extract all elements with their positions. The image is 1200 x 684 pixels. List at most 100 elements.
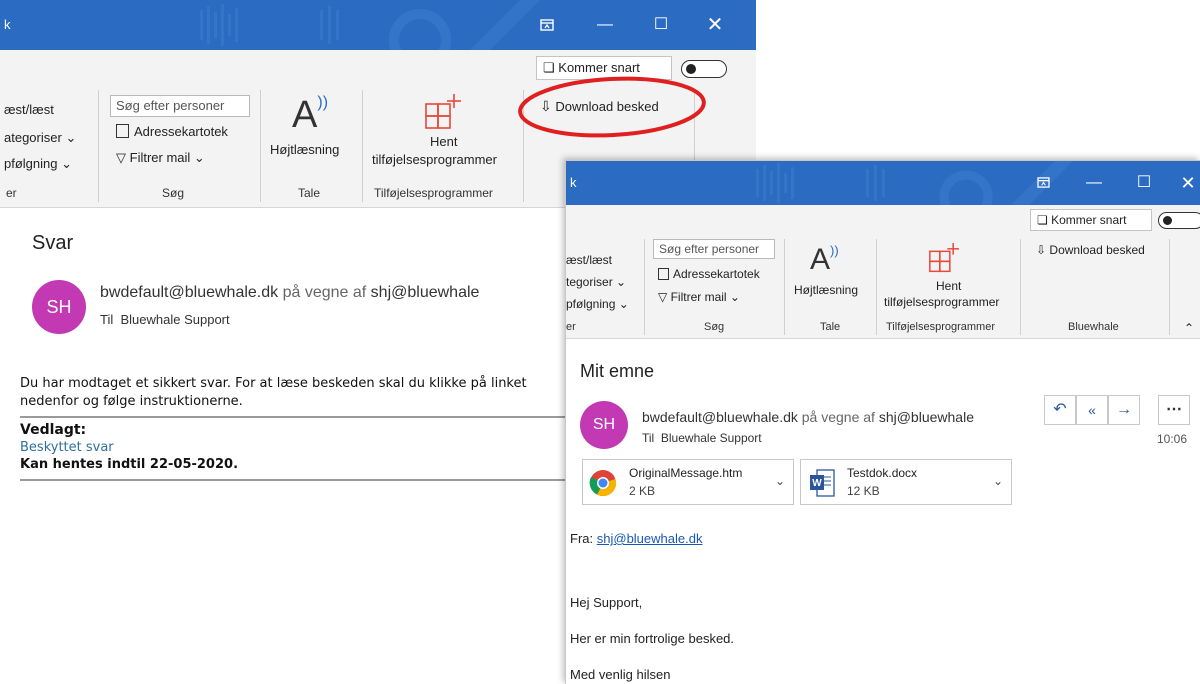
read-aloud-icon: A))	[810, 243, 839, 276]
from-link[interactable]: shj@bluewhale.dk	[597, 531, 703, 546]
filter-mail-button[interactable]: ▽ Filtrer mail ⌄	[116, 150, 205, 166]
title-bar[interactable]: k — ☐ ✕	[566, 161, 1200, 205]
divider	[20, 416, 568, 418]
to-line: Til Bluewhale Support	[100, 312, 230, 327]
filter-mail-label: Filtrer mail	[129, 150, 191, 165]
on-behalf-word: på vegne af	[282, 284, 367, 301]
group-label-addins: Tilføjelsesprogrammer	[374, 186, 493, 200]
maximize-icon[interactable]: ☐	[636, 0, 686, 50]
categorize-label: tegoriser	[566, 275, 613, 289]
filter-mail-label: Filtrer mail	[670, 290, 727, 304]
group-separator	[260, 90, 261, 202]
attachment-size: 12 KB	[847, 484, 880, 498]
search-people-input[interactable]: Søg efter personer	[653, 239, 775, 259]
closing-line: Med venlig hilsen	[570, 667, 671, 682]
to-value: Bluewhale Support	[120, 312, 230, 327]
avatar[interactable]: SH	[580, 401, 628, 449]
chevron-down-icon: ⌄	[729, 290, 740, 304]
get-addins-label-1: Hent	[430, 134, 458, 149]
on-behalf-email: shj@bluewhale	[878, 409, 974, 425]
to-label: Til	[642, 431, 655, 445]
restore-ribbon-icon[interactable]	[1021, 161, 1065, 205]
get-addins-button[interactable]: Hent tilføjelsesprogrammer	[880, 243, 1016, 313]
group-separator	[876, 239, 877, 335]
group-label-speech: Tale	[820, 321, 841, 333]
sender-line[interactable]: bwdefault@bluewhale.dk på vegne af shj@b…	[100, 284, 479, 302]
read-unread-button[interactable]: æst/læst	[4, 102, 54, 117]
svg-text:W: W	[812, 478, 822, 489]
get-addins-label-2: tilføjelsesprogrammer	[884, 295, 1000, 309]
title-bar[interactable]: k — ☐ ✕	[0, 0, 756, 50]
read-aloud-button[interactable]: A)) Højtlæsning	[270, 94, 354, 184]
body-line: Her er min fortrolige besked.	[570, 631, 735, 646]
chevron-down-icon[interactable]: ⌄	[775, 474, 785, 488]
more-actions-button[interactable]: ⋯	[1158, 395, 1190, 425]
reply-all-button[interactable]: «	[1076, 395, 1108, 425]
window-title: k	[4, 17, 11, 32]
attachment-item[interactable]: W Testdok.docx 12 KB ⌄	[800, 459, 1012, 505]
read-aloud-icon: A))	[292, 94, 329, 136]
chevron-down-icon: ⌄	[616, 275, 627, 289]
get-addins-label-2: tilføjelsesprogrammer	[372, 152, 497, 167]
chrome-icon	[589, 470, 617, 497]
address-book-label: Adressekartotek	[134, 124, 228, 139]
search-people-input[interactable]: Søg efter personer	[110, 95, 250, 117]
maximize-icon[interactable]: ☐	[1122, 161, 1166, 205]
followup-button[interactable]: pfølgning ⌄	[4, 156, 72, 172]
body-line-1: Du har modtaget et sikkert svar. For at …	[20, 376, 527, 391]
categorize-button[interactable]: tegoriser ⌄	[566, 275, 626, 289]
address-book-button[interactable]: Adressekartotek	[116, 124, 228, 139]
address-book-label: Adressekartotek	[673, 267, 760, 281]
group-separator	[1169, 239, 1170, 335]
chevron-down-icon: ⌄	[61, 156, 73, 171]
chevron-down-icon: ⌄	[65, 130, 77, 145]
protected-reply-link[interactable]: Beskyttet svar	[20, 440, 114, 455]
followup-button[interactable]: pfølgning ⌄	[566, 297, 629, 311]
chevron-down-icon[interactable]: ⌄	[993, 474, 1003, 488]
avatar[interactable]: SH	[32, 280, 86, 334]
coming-soon-label: Kommer snart	[1051, 213, 1127, 227]
group-separator	[784, 239, 785, 335]
group-separator	[98, 90, 99, 202]
restore-ribbon-icon[interactable]	[522, 0, 572, 50]
read-unread-button[interactable]: æst/læst	[566, 253, 612, 267]
coming-soon-toggle[interactable]	[1158, 212, 1200, 229]
reply-button[interactable]: ↶	[1044, 395, 1076, 425]
divider	[20, 479, 568, 481]
attachment-item[interactable]: OriginalMessage.htm 2 KB ⌄	[582, 459, 794, 505]
read-aloud-label: Højtlæsning	[270, 142, 340, 157]
toggle-knob	[1163, 215, 1172, 225]
get-addins-button[interactable]: Hent tilføjelsesprogrammer	[368, 94, 518, 184]
addins-icon	[425, 94, 461, 129]
categorize-button[interactable]: ategoriser ⌄	[4, 130, 76, 146]
group-separator	[362, 90, 363, 202]
get-addins-label-1: Hent	[936, 279, 962, 293]
address-book-icon	[116, 124, 129, 138]
collapse-ribbon-icon[interactable]: ⌃	[1184, 321, 1194, 335]
sender-line[interactable]: bwdefault@bluewhale.dk på vegne af shj@b…	[642, 409, 974, 425]
chevron-down-icon: ⌄	[618, 297, 629, 311]
on-behalf-word: på vegne af	[801, 409, 875, 425]
window-title: k	[570, 175, 577, 190]
group-label-tags: er	[6, 186, 17, 200]
filter-mail-button[interactable]: ▽ Filtrer mail ⌄	[658, 290, 740, 304]
address-book-button[interactable]: Adressekartotek	[658, 267, 760, 281]
download-message-button[interactable]: ⇩ Download besked	[1036, 243, 1145, 257]
read-aloud-button[interactable]: A)) Højtlæsning	[790, 243, 866, 313]
message-subject: Svar	[32, 232, 74, 254]
coming-soon-button[interactable]: ❏ Kommer snart	[1030, 209, 1152, 231]
categorize-label: ategoriser	[4, 130, 62, 145]
group-label-search: Søg	[162, 186, 185, 200]
sender-email: bwdefault@bluewhale.dk	[100, 284, 279, 301]
read-aloud-label: Højtlæsning	[794, 283, 859, 297]
attachment-size: 2 KB	[629, 484, 656, 498]
close-icon[interactable]: ✕	[1166, 161, 1200, 205]
close-icon[interactable]: ✕	[690, 0, 740, 50]
group-separator	[644, 239, 645, 335]
minimize-icon[interactable]: —	[580, 0, 630, 50]
followup-label: pfølgning	[4, 156, 58, 171]
minimize-icon[interactable]: —	[1072, 161, 1116, 205]
attachment-name: Testdok.docx	[847, 466, 918, 480]
attachment-name: OriginalMessage.htm	[629, 466, 743, 480]
forward-button[interactable]: →	[1108, 395, 1140, 425]
